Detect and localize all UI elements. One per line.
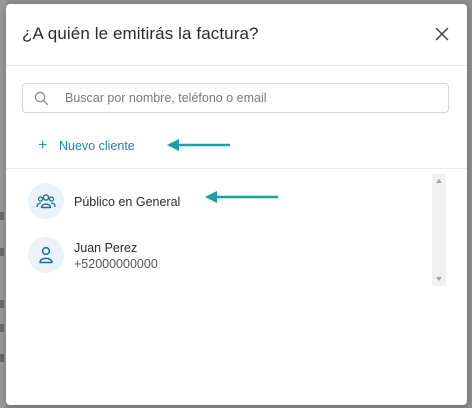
avatar [28, 183, 64, 219]
search-box [22, 83, 449, 113]
close-button[interactable] [434, 26, 450, 42]
new-client-label: Nuevo cliente [59, 139, 135, 153]
annotation-arrow-left [205, 191, 278, 203]
backdrop-fragment [0, 212, 4, 220]
annotation-arrow-left [167, 139, 230, 151]
client-name: Juan Perez [74, 241, 138, 255]
client-name: Público en General [74, 195, 181, 209]
backdrop-fragment [0, 248, 4, 256]
avatar [28, 237, 64, 273]
scroll-up-icon[interactable] [435, 177, 443, 185]
dialog-header: ¿A quién le emitirás la factura? [6, 4, 467, 66]
close-icon [435, 27, 449, 41]
person-icon [39, 246, 53, 264]
client-phone: +52000000000 [74, 257, 158, 271]
new-client-button[interactable]: + Nuevo cliente [38, 137, 135, 155]
plus-icon: + [38, 137, 48, 154]
invoice-recipient-dialog: ¿A quién le emitirás la factura? + Nuevo… [6, 4, 467, 405]
client-list: Público en General Juan Perez +520000000… [22, 174, 449, 286]
dialog-title: ¿A quién le emitirás la factura? [22, 24, 259, 43]
scroll-down-icon[interactable] [435, 275, 443, 283]
search-input[interactable] [65, 88, 440, 108]
client-list-scrollbar[interactable] [432, 174, 446, 286]
search-icon [34, 91, 49, 106]
client-item-juan-perez[interactable]: Juan Perez +52000000000 [22, 232, 432, 282]
backdrop-fragment [0, 300, 4, 308]
backdrop-fragment [0, 324, 4, 332]
list-divider [6, 168, 467, 169]
backdrop-fragment [0, 354, 4, 362]
group-icon [36, 194, 56, 209]
